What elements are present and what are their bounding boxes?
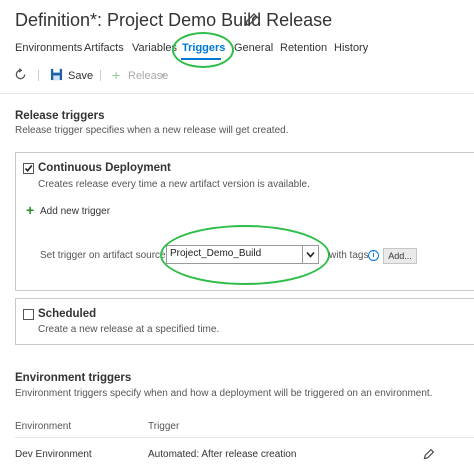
add-tags-button[interactable]: Add... bbox=[383, 248, 417, 264]
checkmark-icon bbox=[24, 165, 33, 173]
scheduled-checkbox[interactable] bbox=[23, 309, 34, 320]
continuous-deployment-label: Continuous Deployment bbox=[38, 162, 171, 174]
toolbar-divider bbox=[0, 93, 474, 94]
chevron-down-icon: ▾ bbox=[161, 71, 166, 80]
column-header-trigger: Trigger bbox=[148, 421, 180, 432]
tab-variables[interactable]: Variables bbox=[132, 42, 177, 54]
plus-icon: + bbox=[112, 67, 121, 83]
continuous-deployment-checkbox[interactable] bbox=[23, 163, 34, 174]
tab-history[interactable]: History bbox=[334, 42, 368, 54]
save-button[interactable]: Save bbox=[68, 70, 93, 82]
table-row[interactable]: Dev Environment Automated: After release… bbox=[0, 442, 474, 468]
info-icon[interactable]: i bbox=[368, 250, 379, 261]
add-new-trigger-link[interactable]: Add new trigger bbox=[40, 206, 110, 217]
tab-general[interactable]: General bbox=[234, 42, 273, 54]
refresh-icon[interactable] bbox=[14, 68, 27, 81]
toolbar-separator bbox=[100, 70, 101, 81]
scheduled-description: Create a new release at a specified time… bbox=[38, 324, 220, 335]
with-tags-label: with tags bbox=[329, 250, 369, 261]
release-triggers-description: Release trigger specifies when a new rel… bbox=[15, 125, 289, 136]
scheduled-label: Scheduled bbox=[38, 308, 97, 320]
scheduled-panel bbox=[15, 298, 474, 345]
edit-pencil-icon[interactable] bbox=[243, 12, 259, 28]
tab-retention[interactable]: Retention bbox=[280, 42, 327, 54]
save-icon[interactable] bbox=[50, 68, 63, 81]
release-triggers-heading: Release triggers bbox=[15, 110, 105, 122]
add-icon: + bbox=[26, 202, 35, 218]
artifact-source-label: Set trigger on artifact source bbox=[40, 250, 166, 261]
page-title: Definition*: Project Demo Build Release bbox=[15, 10, 333, 30]
environment-triggers-description: Environment triggers specify when and ho… bbox=[15, 388, 433, 399]
tab-environments[interactable]: Environments bbox=[15, 42, 82, 54]
environment-triggers-heading: Environment triggers bbox=[15, 372, 132, 384]
tab-artifacts[interactable]: Artifacts bbox=[84, 42, 124, 54]
toolbar-separator bbox=[38, 70, 39, 81]
table-header-divider bbox=[15, 437, 474, 438]
trigger-cell: Automated: After release creation bbox=[148, 449, 297, 460]
triggers-tab-highlight bbox=[172, 32, 234, 68]
artifact-source-highlight bbox=[160, 225, 330, 285]
environment-name-cell: Dev Environment bbox=[15, 449, 92, 460]
continuous-deployment-description: Creates release every time a new artifac… bbox=[38, 179, 310, 190]
column-header-environment: Environment bbox=[15, 421, 72, 432]
edit-pencil-icon[interactable] bbox=[422, 448, 435, 461]
